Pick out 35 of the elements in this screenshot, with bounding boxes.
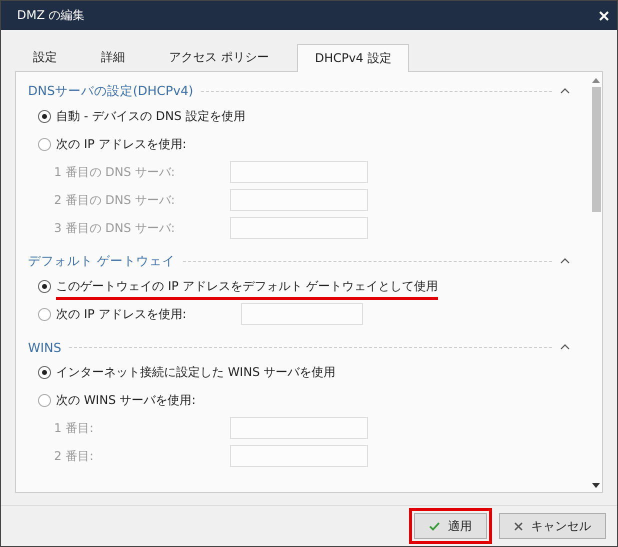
- window-title: DMZ の編集: [17, 7, 85, 24]
- chevron-icon[interactable]: [560, 344, 570, 350]
- check-icon: [429, 522, 440, 530]
- section-title: デフォルト ゲートウェイ: [28, 252, 175, 270]
- section-title: WINS: [28, 340, 62, 354]
- field-label: 1 番目:: [53, 420, 94, 436]
- radio-label: 次の IP アドレスを使用:: [56, 136, 186, 152]
- chevron-icon[interactable]: [560, 258, 570, 264]
- radio-label: インターネット接続に設定した WINS サーバを使用: [56, 364, 336, 380]
- radio-label: 自動 - デバイスの DNS 設定を使用: [56, 108, 246, 124]
- field-label: 2 番目の DNS サーバ:: [53, 192, 176, 208]
- radio-button[interactable]: [38, 138, 51, 150]
- field-label: 3 番目の DNS サーバ:: [53, 220, 176, 236]
- cancel-button[interactable]: キャンセル: [499, 513, 606, 539]
- close-icon: [514, 522, 523, 530]
- tab[interactable]: 設定: [17, 44, 73, 71]
- apply-button[interactable]: 適用: [414, 513, 487, 539]
- tab[interactable]: アクセス ポリシー: [153, 44, 285, 71]
- radio-button[interactable]: [38, 280, 51, 292]
- chevron-icon[interactable]: [560, 88, 570, 94]
- field-label: 1 番目の DNS サーバ:: [53, 164, 176, 180]
- radio-button[interactable]: [38, 110, 51, 122]
- section-title: DNSサーバの設定(DHCPv4): [28, 82, 194, 100]
- radio-label: 次の IP アドレスを使用:: [56, 306, 186, 322]
- scroll-up-icon[interactable]: [592, 78, 600, 83]
- scroll-down-icon[interactable]: [592, 483, 600, 488]
- field-label: 2 番目:: [53, 448, 94, 464]
- radio-label: 次の WINS サーバを使用:: [56, 392, 196, 408]
- close-icon[interactable]: [599, 10, 609, 20]
- radio-button[interactable]: [38, 394, 51, 406]
- tab[interactable]: DHCPv4 設定: [296, 44, 410, 72]
- radio-button[interactable]: [38, 366, 51, 378]
- radio-label: このゲートウェイの IP アドレスをデフォルト ゲートウェイとして使用: [56, 278, 438, 300]
- tab[interactable]: 詳細: [85, 44, 141, 71]
- scrollbar-thumb[interactable]: [592, 87, 600, 212]
